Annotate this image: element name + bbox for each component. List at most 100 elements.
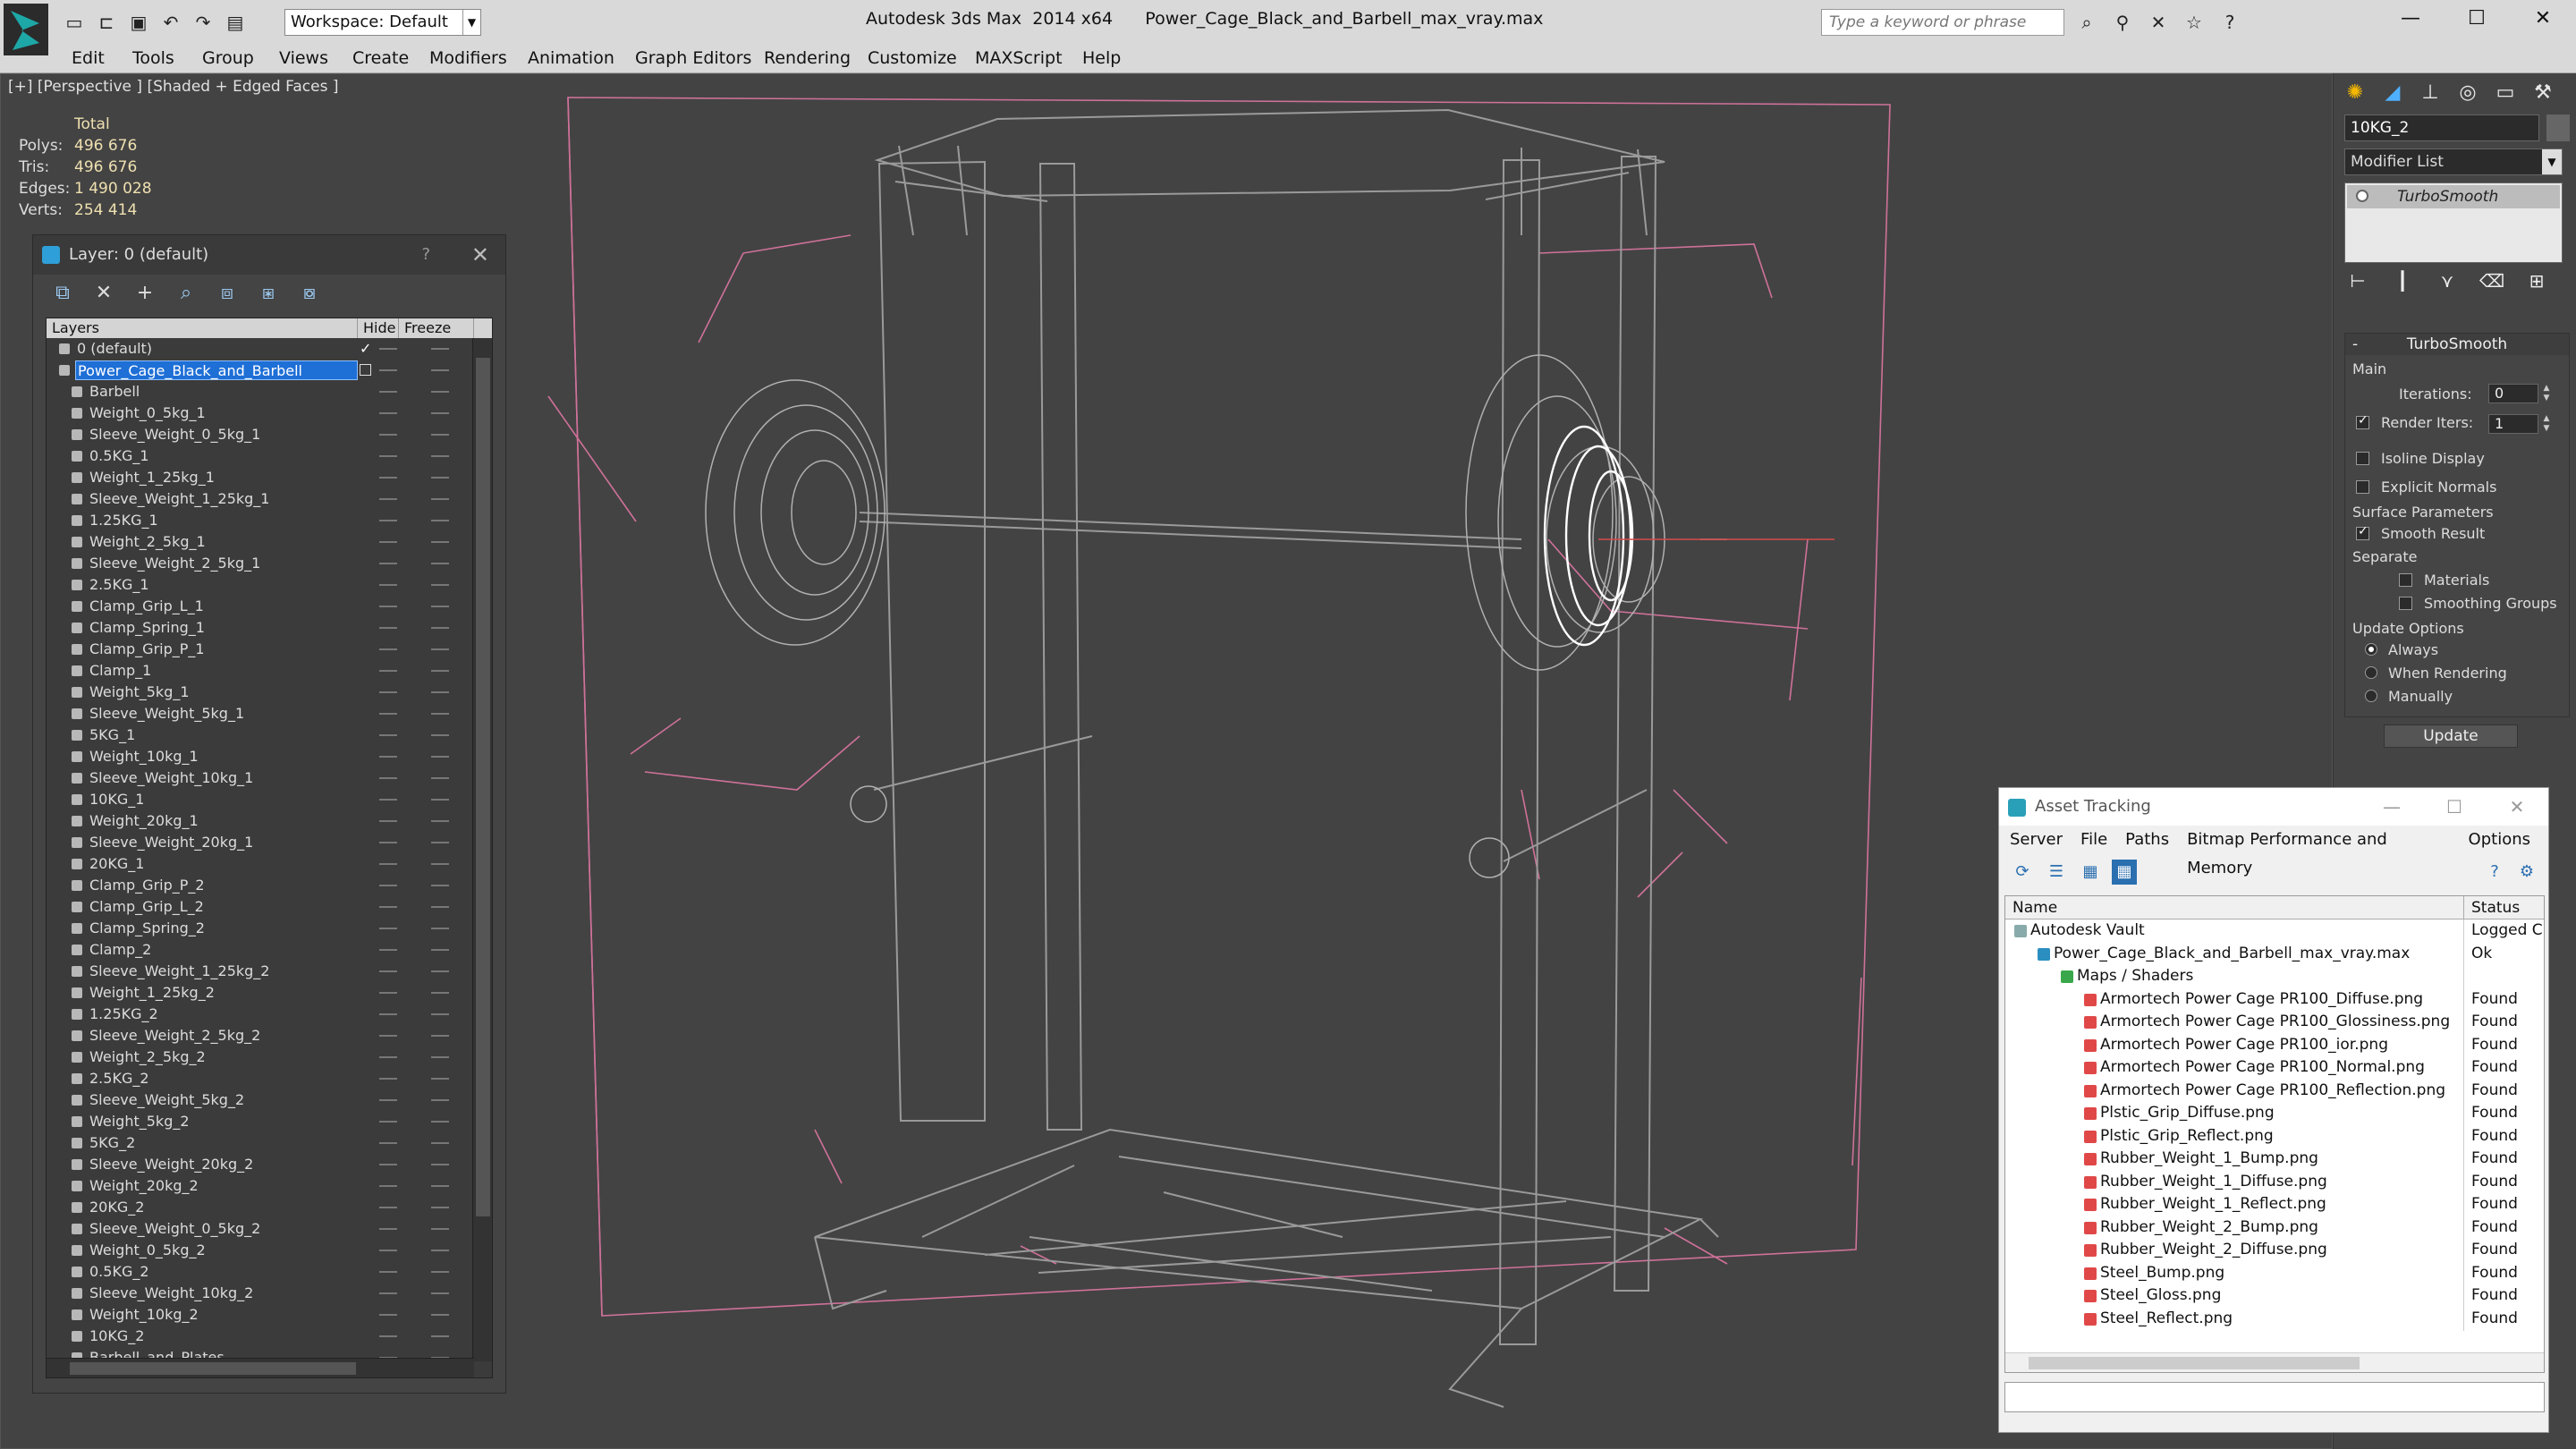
new-file-icon[interactable]: ▭: [61, 9, 88, 36]
hide-toggle[interactable]: [379, 1271, 397, 1273]
menu-maxscript[interactable]: MAXScript: [975, 48, 1063, 68]
asset-row[interactable]: Plstic_Grip_Reflect.png Found: [2005, 1124, 2544, 1148]
layer-row[interactable]: 5KG_2: [47, 1132, 492, 1154]
undo-icon[interactable]: ↶: [157, 9, 184, 36]
close-icon[interactable]: ✕: [2510, 0, 2576, 38]
layer-row[interactable]: 0.5KG_2: [47, 1261, 492, 1283]
remove-modifier-icon[interactable]: ⌫: [2479, 270, 2505, 295]
layer-row[interactable]: Weight_0_5kg_2: [47, 1240, 492, 1261]
layer-row[interactable]: Weight_1_25kg_1: [47, 467, 492, 488]
menu-edit[interactable]: Edit: [72, 48, 105, 68]
freeze-toggle[interactable]: [431, 520, 449, 521]
manually-radio[interactable]: [2365, 690, 2377, 702]
menu-bitmap-performance[interactable]: Bitmap Performance and Memory: [2187, 826, 2450, 877]
materials-checkbox[interactable]: [2399, 573, 2412, 587]
modifier-list-dropdown[interactable]: Modifier List ▼: [2344, 148, 2563, 175]
menu-options[interactable]: Options: [2469, 826, 2530, 854]
freeze-toggle[interactable]: [431, 1335, 449, 1337]
scrollbar-thumb[interactable]: [476, 358, 490, 1216]
freeze-toggle[interactable]: [431, 1314, 449, 1316]
freeze-toggle[interactable]: [431, 691, 449, 693]
layer-row[interactable]: Clamp_Spring_2: [47, 918, 492, 939]
hide-toggle[interactable]: [379, 906, 397, 908]
horizontal-scrollbar[interactable]: [2005, 1352, 2544, 1372]
hide-toggle[interactable]: [379, 627, 397, 629]
help-icon[interactable]: ?: [2482, 860, 2507, 885]
layer-row[interactable]: Clamp_Grip_L_2: [47, 896, 492, 918]
rollout-header[interactable]: - TurboSmooth: [2345, 334, 2569, 355]
freeze-toggle[interactable]: [431, 584, 449, 586]
hide-freeze-all-icon[interactable]: ⧇: [292, 279, 326, 308]
show-end-result-icon[interactable]: ┃: [2389, 270, 2416, 295]
layer-row[interactable]: 0.5KG_1: [47, 445, 492, 467]
create-tab-icon[interactable]: ✺: [2339, 79, 2371, 107]
freeze-toggle[interactable]: [431, 477, 449, 479]
hide-toggle[interactable]: [379, 391, 397, 393]
hide-toggle[interactable]: [379, 734, 397, 736]
layer-row[interactable]: Clamp_1: [47, 660, 492, 682]
close-icon[interactable]: ✕: [2486, 788, 2548, 826]
freeze-toggle[interactable]: [431, 1099, 449, 1101]
hide-toggle[interactable]: [379, 799, 397, 801]
hide-toggle[interactable]: [379, 498, 397, 500]
menu-customize[interactable]: Customize: [868, 48, 957, 68]
freeze-toggle[interactable]: [431, 648, 449, 650]
layer-row[interactable]: Weight_5kg_1: [47, 682, 492, 703]
layer-row[interactable]: Sleeve_Weight_20kg_2: [47, 1154, 492, 1175]
layer-row[interactable]: 20KG_2: [47, 1197, 492, 1218]
layer-row[interactable]: Sleeve_Weight_2_5kg_2: [47, 1025, 492, 1046]
list-view-icon[interactable]: ☰: [2044, 860, 2069, 885]
asset-row[interactable]: Steel_Bump.png Found: [2005, 1261, 2544, 1285]
help-icon[interactable]: ?: [2216, 9, 2243, 36]
explicit-normals-checkbox[interactable]: [2356, 480, 2369, 494]
maximize-icon[interactable]: ☐: [2423, 788, 2486, 826]
select-objects-icon[interactable]: ⌕: [169, 279, 203, 308]
hide-toggle[interactable]: [379, 1250, 397, 1251]
asset-row[interactable]: Armortech Power Cage PR100_Diffuse.png Fo…: [2005, 987, 2544, 1012]
layer-row[interactable]: Sleeve_Weight_20kg_1: [47, 832, 492, 853]
refresh-icon[interactable]: ⟳: [2010, 860, 2035, 885]
layer-row[interactable]: Weight_0_5kg_1: [47, 402, 492, 424]
minimize-icon[interactable]: —: [2377, 0, 2444, 38]
menu-views[interactable]: Views: [279, 48, 328, 68]
layer-row[interactable]: Sleeve_Weight_0_5kg_1: [47, 424, 492, 445]
freeze-toggle[interactable]: [431, 1056, 449, 1058]
hierarchy-tab-icon[interactable]: ⊥: [2414, 79, 2446, 107]
freeze-toggle[interactable]: [431, 777, 449, 779]
layer-row[interactable]: Sleeve_Weight_10kg_1: [47, 767, 492, 789]
hide-toggle[interactable]: [379, 477, 397, 479]
asset-tracking-titlebar[interactable]: Asset Tracking — ☐ ✕: [1999, 788, 2548, 826]
open-file-icon[interactable]: ⊏: [93, 9, 120, 36]
freeze-toggle[interactable]: [431, 1013, 449, 1015]
hide-toggle[interactable]: [379, 520, 397, 521]
search-input[interactable]: Type a keyword or phrase: [1821, 9, 2064, 36]
layer-row[interactable]: 10KG_1: [47, 789, 492, 810]
pin-stack-icon[interactable]: ⊢: [2344, 270, 2371, 295]
menu-help[interactable]: Help: [1082, 48, 1121, 68]
freeze-toggle[interactable]: [431, 563, 449, 564]
col-layers[interactable]: Layers: [47, 318, 358, 338]
hide-toggle[interactable]: [379, 541, 397, 543]
freeze-toggle[interactable]: [431, 627, 449, 629]
layer-row[interactable]: Weight_5kg_2: [47, 1111, 492, 1132]
hide-toggle[interactable]: [379, 1099, 397, 1101]
layer-row[interactable]: 1.25KG_2: [47, 1004, 492, 1025]
hide-toggle[interactable]: [379, 584, 397, 586]
layer-row[interactable]: 0 (default) ✓: [47, 338, 492, 360]
hide-toggle[interactable]: [379, 455, 397, 457]
hide-toggle[interactable]: [379, 563, 397, 564]
hide-toggle[interactable]: [379, 970, 397, 972]
menu-tools[interactable]: Tools: [132, 48, 174, 68]
hide-toggle[interactable]: [379, 1207, 397, 1208]
freeze-toggle[interactable]: [431, 1271, 449, 1273]
col-status[interactable]: Status: [2471, 896, 2520, 919]
layer-row[interactable]: 10KG_2: [47, 1326, 492, 1347]
hide-toggle[interactable]: [379, 713, 397, 715]
asset-row[interactable]: Armortech Power Cage PR100_ior.png Found: [2005, 1033, 2544, 1057]
freeze-toggle[interactable]: [431, 1207, 449, 1208]
create-layer-icon[interactable]: ⧉: [46, 279, 80, 308]
freeze-toggle[interactable]: [431, 885, 449, 886]
hide-toggle[interactable]: [379, 348, 397, 350]
freeze-toggle[interactable]: [431, 606, 449, 607]
freeze-toggle[interactable]: [431, 391, 449, 393]
